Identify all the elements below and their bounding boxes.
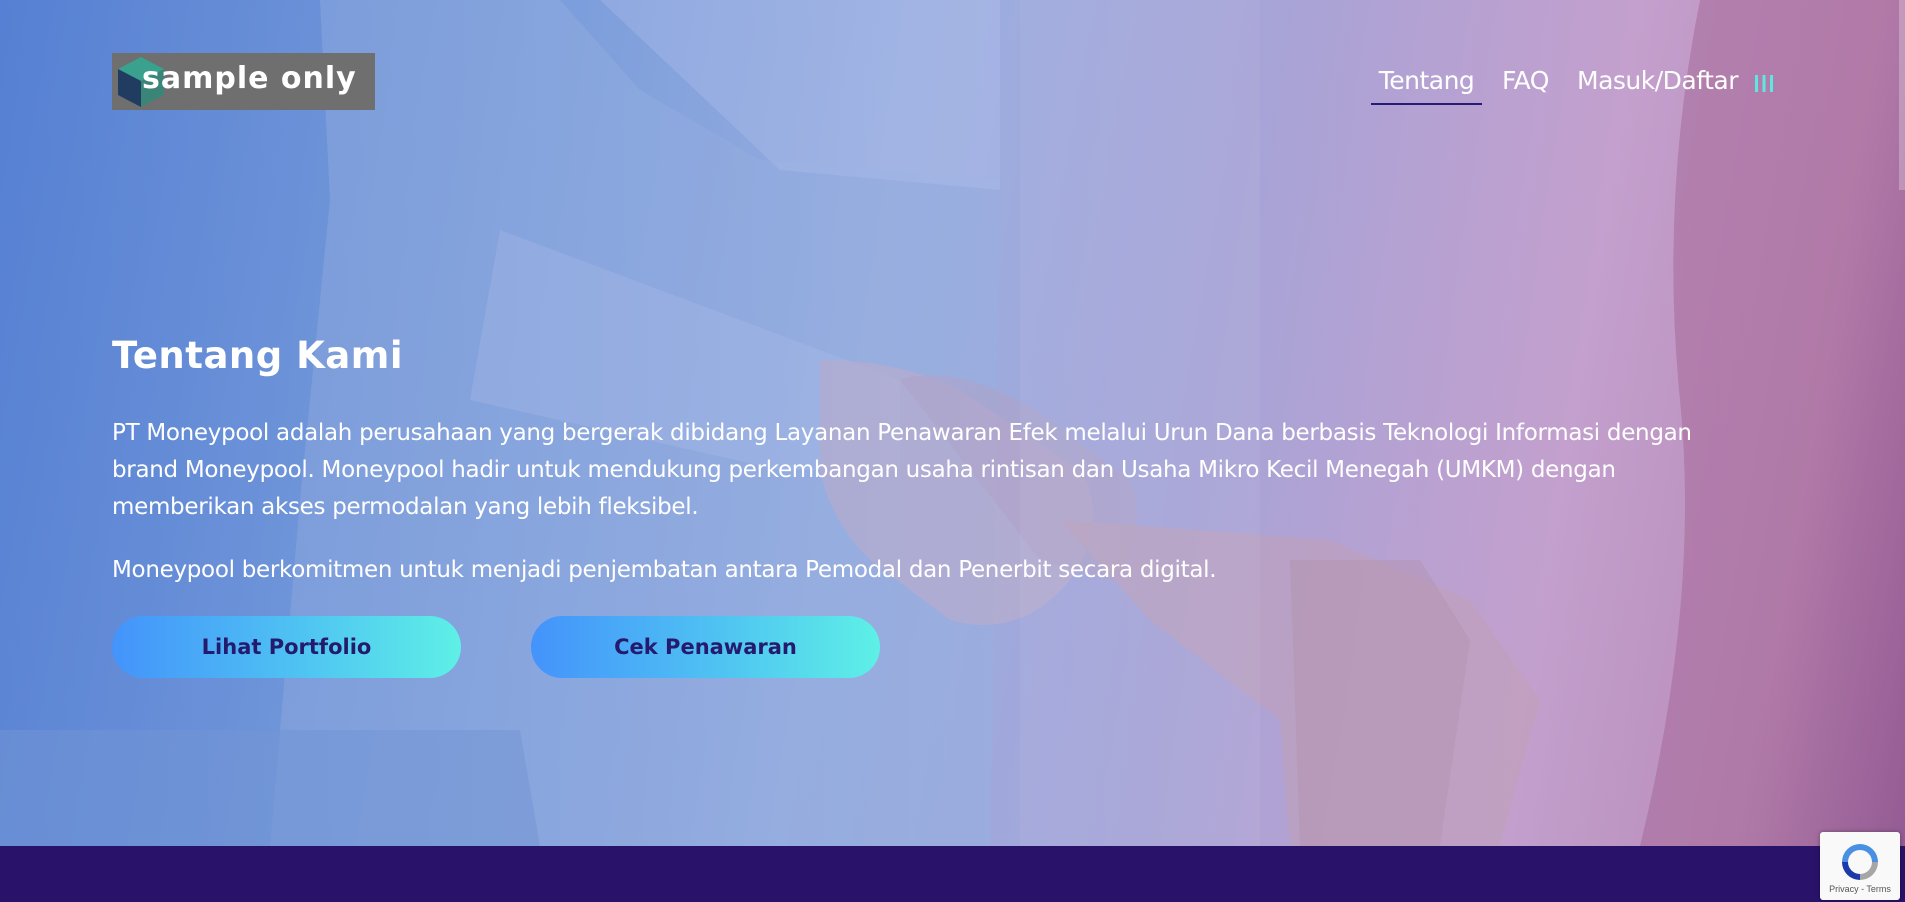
- nav-item-tentang[interactable]: Tentang: [1371, 66, 1482, 105]
- cek-penawaran-button[interactable]: Cek Penawaran: [531, 616, 880, 678]
- lihat-portfolio-button[interactable]: Lihat Portfolio: [112, 616, 461, 678]
- bars-icon[interactable]: [1753, 72, 1775, 94]
- about-paragraph-1: PT Moneypool adalah perusahaan yang berg…: [112, 420, 1692, 520]
- nav-item-faq[interactable]: FAQ: [1502, 66, 1549, 95]
- nav-item-masuk-daftar[interactable]: Masuk/Daftar: [1577, 66, 1739, 95]
- site-logo[interactable]: sample only: [112, 53, 375, 110]
- recaptcha-links[interactable]: Privacy - Terms: [1820, 884, 1900, 894]
- recaptcha-icon: [1842, 844, 1878, 880]
- recaptcha-badge[interactable]: Privacy - Terms: [1820, 832, 1900, 900]
- scrollbar[interactable]: [1899, 0, 1905, 190]
- logo-text: sample only: [142, 61, 357, 96]
- about-paragraph-2: Moneypool berkomitmen untuk menjadi penj…: [112, 557, 1217, 583]
- footer-band: [0, 846, 1905, 902]
- page-title: Tentang Kami: [112, 334, 403, 377]
